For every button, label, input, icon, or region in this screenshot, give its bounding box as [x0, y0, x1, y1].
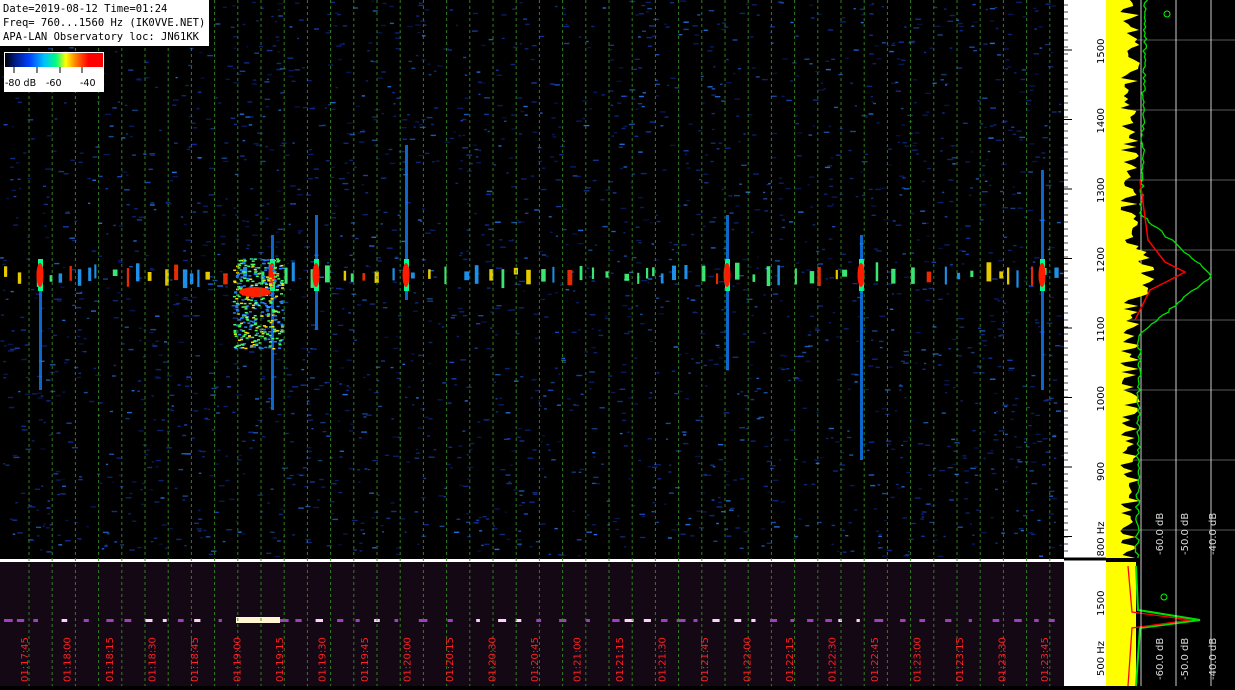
color-scale-legend: -80 dB -60 -40 — [4, 52, 104, 92]
time-label: 01:18:15 — [105, 637, 116, 682]
spectrum-panel: -60.0 dB -60.0 dB -50.0 dB -50.0 dB -40.0 dB… — [1106, 0, 1235, 687]
frequency-tick-label: 800 Hz — [1096, 521, 1107, 556]
frequency-tick-label: 1300 — [1096, 178, 1107, 203]
date-time-text: Date=2019-08-12 Time=01:24 — [3, 3, 168, 15]
time-label: 01:20:15 — [445, 637, 456, 682]
frequency-tick-label: 1100 — [1096, 317, 1107, 342]
time-label: 01:23:15 — [955, 637, 966, 682]
spectrum-db-label: -60.0 dB — [1155, 513, 1166, 555]
observatory-text: APA-LAN Observatory loc: JN61KK — [3, 31, 199, 43]
time-label: 01:19:30 — [318, 637, 329, 682]
time-label: 01:21:15 — [615, 637, 626, 682]
spectrum-db-label: -40.0 dB — [1208, 638, 1219, 680]
time-label: 01:18:45 — [190, 637, 201, 682]
time-label: 01:23:00 — [913, 637, 924, 682]
time-label: 01:19:15 — [275, 637, 286, 682]
time-label: 01:21:30 — [658, 637, 669, 682]
time-label: 01:22:45 — [870, 637, 881, 682]
time-label: 01:19:45 — [360, 637, 371, 682]
time-label: 01:19:00 — [233, 637, 244, 682]
frequency-tick-label: 1000 — [1096, 386, 1107, 411]
time-label: 01:22:00 — [743, 637, 754, 682]
time-label: 01:22:30 — [828, 637, 839, 682]
color-scale-mid-label: -60 — [46, 78, 62, 89]
time-label: 01:20:30 — [488, 637, 499, 682]
info-box: Date=2019-08-12 Time=01:24 Freq= 760...15… — [0, 0, 210, 46]
frequency-tick-label: 500 Hz — [1096, 641, 1107, 676]
time-label: 01:23:45 — [1040, 637, 1051, 682]
time-label: 01:20:00 — [403, 637, 414, 682]
time-label: 01:23:30 — [998, 637, 1009, 682]
time-label: 01:17:45 — [20, 637, 31, 682]
time-label: 01:20:45 — [530, 637, 541, 682]
color-scale-low-label: -80 dB — [5, 78, 37, 89]
time-label: 01:18:30 — [148, 637, 159, 682]
time-label: 01:21:00 — [573, 637, 584, 682]
spectrum-db-label: -50.0 dB — [1180, 638, 1191, 680]
spectrum-db-label: -40.0 dB — [1208, 513, 1219, 555]
frequency-tick-label: 1200 — [1096, 247, 1107, 272]
color-scale-gradient — [5, 53, 103, 67]
frequency-axis-panel — [1064, 0, 1106, 686]
time-label: 01:21:45 — [700, 637, 711, 682]
spectrum-db-label: -50.0 dB — [1180, 513, 1191, 555]
color-scale-high-label: -40 — [80, 78, 96, 89]
time-label: 01:22:15 — [785, 637, 796, 682]
time-label: 01:18:00 — [63, 637, 74, 682]
frequency-tick-label: 1500 — [1096, 39, 1107, 64]
spectrogram-display: 01:17:45 01:18:00 01:18:15 01:18:30 01:18:45… — [0, 0, 1235, 687]
frequency-tick-label: 900 — [1096, 462, 1107, 481]
frequency-tick-label: 1400 — [1096, 108, 1107, 133]
spectrogram-canvas: 01:17:45 01:18:00 01:18:15 01:18:30 01:18:45… — [0, 0, 1235, 687]
frequency-range-text: Freq= 760...1560 Hz (IK0VVE.NET) — [3, 17, 206, 29]
spectrum-db-label: -60.0 dB — [1155, 638, 1166, 680]
frequency-tick-label: 1500 — [1096, 591, 1107, 616]
